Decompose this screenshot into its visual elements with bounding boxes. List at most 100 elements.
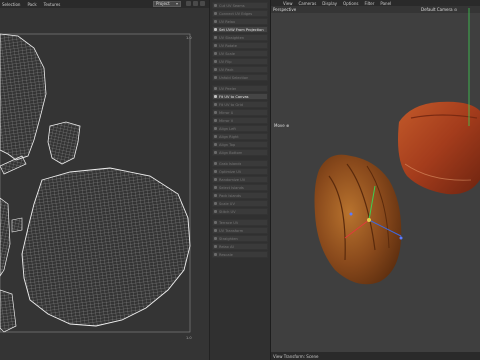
gizmo-center[interactable] <box>367 218 371 222</box>
tool-label: Fit UV to Canvas <box>219 94 249 99</box>
tool-button[interactable]: Optimize UV <box>212 168 268 175</box>
tool-button[interactable]: UV Flip <box>212 58 268 65</box>
tool-button[interactable]: Fit UV to Canvas <box>212 93 268 100</box>
tool-button[interactable]: Pack Islands <box>212 192 268 199</box>
uv-menu-selection[interactable]: Selection <box>2 2 20 7</box>
tool-label: UV Peeler <box>219 86 237 91</box>
tool-button[interactable]: Mirror U <box>212 109 268 116</box>
tool-button[interactable]: Align Bottom <box>212 149 268 156</box>
tool-icon <box>214 221 217 224</box>
tool-button[interactable]: UV Peeler <box>212 85 268 92</box>
uv-island-shell-top[interactable] <box>0 33 47 161</box>
tool-button[interactable]: Mirror V <box>212 117 268 124</box>
tool-button[interactable]: Unfold Selection <box>212 74 268 81</box>
tool-icon <box>214 202 217 205</box>
viewport-scene[interactable] <box>271 0 480 360</box>
viewport-panel[interactable]: View Cameras Display Options Filter Pane… <box>270 0 480 360</box>
tool-label: UV Straighten <box>219 35 245 40</box>
tool-icon <box>214 119 217 122</box>
tool-label: Mirror V <box>219 118 234 123</box>
tool-label: Select Islands <box>219 185 244 190</box>
tool-button[interactable]: Terrace UV <box>212 219 268 226</box>
selected-vertex[interactable] <box>349 212 353 216</box>
tool-label: Fit UV to Grid <box>219 102 243 107</box>
tool-button[interactable]: Align Left <box>212 125 268 132</box>
tool-icon <box>214 143 217 146</box>
tool-button[interactable]: Scale UV <box>212 200 268 207</box>
uv-tools-panel: Cut UV Seams Connect UV Edges UV Relax Set … <box>209 0 270 360</box>
settings-icon[interactable] <box>186 1 191 6</box>
selected-vertex[interactable] <box>399 236 403 240</box>
tool-label: UV Transform <box>219 228 244 233</box>
status-text: View Transform: Scene <box>273 354 319 359</box>
tool-button[interactable]: Rescale <box>212 251 268 258</box>
tool-icon <box>214 170 217 173</box>
tool-button[interactable]: UV Straighten <box>212 34 268 41</box>
tool-button[interactable]: UV Transform <box>212 227 268 234</box>
uv-island-tiny[interactable] <box>11 217 23 233</box>
tool-icon <box>214 151 217 154</box>
tool-button[interactable]: Randomize UV <box>212 176 268 183</box>
tool-button[interactable]: Align Top <box>212 141 268 148</box>
tool-button[interactable]: Cut UV Seams <box>212 2 268 9</box>
tool-button[interactable]: Straighten <box>212 235 268 242</box>
tool-label: Align Right <box>219 134 239 139</box>
checker-icon[interactable] <box>200 1 205 6</box>
tool-icon <box>214 12 217 15</box>
tool-button[interactable]: Select Islands <box>212 184 268 191</box>
tool-button[interactable]: UV Pack <box>212 66 268 73</box>
tool-button[interactable]: UV Rotate <box>212 42 268 49</box>
tool-icon <box>214 253 217 256</box>
tool-icon <box>214 60 217 63</box>
tool-button[interactable]: Fit UV to Grid <box>212 101 268 108</box>
tool-icon <box>214 127 217 130</box>
tool-icon <box>214 36 217 39</box>
uv-island-bottom-left[interactable] <box>0 289 17 333</box>
tool-button[interactable]: Relax All <box>212 243 268 250</box>
uv-menu-textures[interactable]: Textures <box>44 2 61 7</box>
tool-icon <box>214 4 217 7</box>
tool-button[interactable]: Set UVW From Projection <box>212 26 268 33</box>
pecan-kernel-model[interactable] <box>314 154 402 285</box>
tool-label: UV Rotate <box>219 43 237 48</box>
tool-button[interactable]: Stitch UV <box>212 208 268 215</box>
grid-icon[interactable] <box>193 1 198 6</box>
tool-label: Relax All <box>219 244 235 249</box>
tool-label: Grab Islands <box>219 161 242 166</box>
tool-icon <box>214 28 217 31</box>
tool-icon <box>214 111 217 114</box>
tool-icon <box>214 162 217 165</box>
uv-island-left[interactable] <box>0 197 11 277</box>
tool-label: Randomize UV <box>219 177 246 182</box>
tool-label: Cut UV Seams <box>219 3 245 8</box>
tool-label: UV Relax <box>219 19 236 24</box>
tool-icon <box>214 210 217 213</box>
tool-button[interactable]: Grab Islands <box>212 160 268 167</box>
tool-label: Align Left <box>219 126 236 131</box>
tool-label: Stitch UV <box>219 209 236 214</box>
tool-label: UV Scale <box>219 51 235 56</box>
tool-label: Align Bottom <box>219 150 243 155</box>
uv-island-shell-bottom[interactable] <box>21 167 191 327</box>
uv-island-strip[interactable] <box>0 155 27 175</box>
tool-icon <box>214 44 217 47</box>
uv-island-small[interactable] <box>47 121 81 165</box>
tool-button[interactable]: UV Relax <box>212 18 268 25</box>
uv-menu-pack[interactable]: Pack <box>27 2 36 7</box>
tool-label: Mirror U <box>219 110 234 115</box>
tool-label: Optimize UV <box>219 169 242 174</box>
tool-label: Align Top <box>219 142 236 147</box>
tool-button[interactable]: Connect UV Edges <box>212 10 268 17</box>
tool-icon <box>214 194 217 197</box>
tool-button[interactable]: UV Scale <box>212 50 268 57</box>
uv-tick-top: 1.0 <box>186 36 192 40</box>
tool-button[interactable]: Align Right <box>212 133 268 140</box>
tool-icon <box>214 76 217 79</box>
uv-editor-panel: Selection Pack Textures Project ▾ 1.0 1.… <box>0 0 209 360</box>
tool-label: Straighten <box>219 236 238 241</box>
chevron-down-icon: ▾ <box>176 1 179 6</box>
tool-label: Scale UV <box>219 201 235 206</box>
uv-canvas[interactable]: 1.0 1.0 <box>0 8 209 360</box>
tool-icon <box>214 237 217 240</box>
tool-icon <box>214 245 217 248</box>
